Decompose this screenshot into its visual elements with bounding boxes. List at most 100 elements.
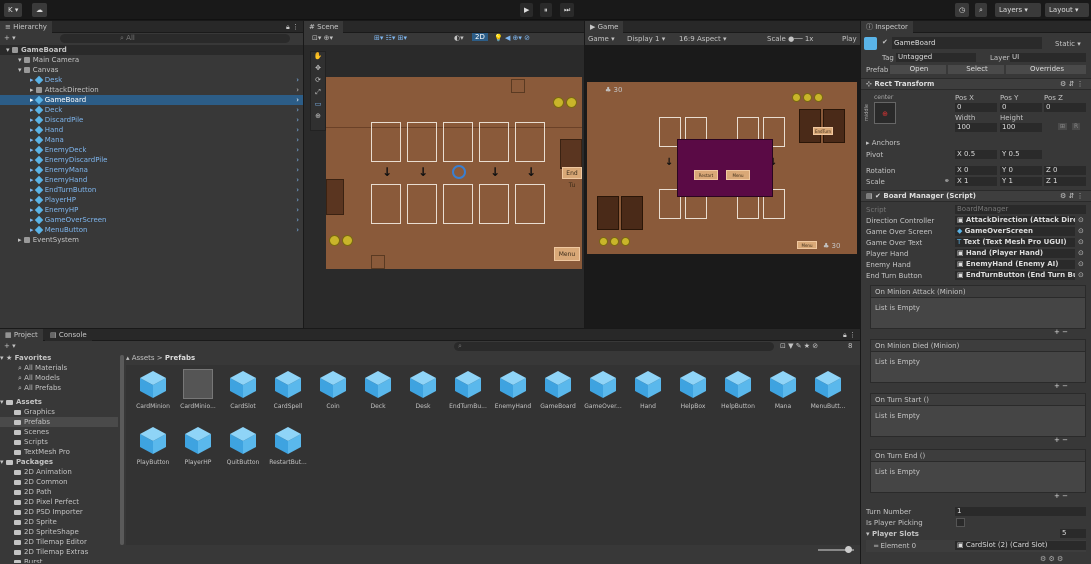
asset-item[interactable]: Coin — [310, 369, 356, 410]
scale-slider[interactable]: Scale ●── 1x — [767, 33, 813, 45]
restart-button[interactable]: Restart — [694, 170, 718, 180]
hierarchy-item[interactable]: ▸ GameBoard › — [0, 95, 303, 105]
player-slots-foldout[interactable]: ▾ Player Slots — [866, 529, 1084, 539]
tab-inspector[interactable]: ⓘ Inspector — [861, 21, 913, 33]
project-search-input[interactable]: ⌕ — [454, 342, 774, 351]
hierarchy-item[interactable]: ▸ EnemyMana › — [0, 165, 303, 175]
asset-item[interactable]: GameOver... — [580, 369, 626, 410]
project-tree-item[interactable]: 2D Animation — [0, 467, 118, 477]
remove-listener-button[interactable]: − — [1062, 492, 1068, 500]
display-dropdown[interactable]: Display 1 ▾ — [627, 33, 665, 45]
pause-button[interactable]: ⏸ — [540, 3, 552, 17]
asset-item[interactable]: PlayButton — [130, 425, 176, 466]
asset-item[interactable]: CardSlot — [220, 369, 266, 410]
project-tree-item[interactable]: 2D Path — [0, 487, 118, 497]
object-picker-icon[interactable]: ⊙ — [1078, 227, 1084, 235]
chevron-right-icon[interactable]: › — [296, 75, 299, 85]
lock-icon[interactable]: 🔒︎ ⋮ — [843, 329, 856, 341]
object-picker-icon[interactable]: ⊙ — [1078, 260, 1084, 268]
pos-x-field[interactable]: 0 — [955, 103, 997, 112]
project-tree-item[interactable]: Prefabs — [0, 417, 118, 427]
scale-y-field[interactable]: Y 1 — [1000, 177, 1042, 186]
scene-toggles-icon[interactable]: 💡 ◀ ⊕▾ ⊘ — [494, 34, 530, 42]
pos-z-field[interactable]: 0 — [1044, 103, 1086, 112]
hierarchy-item[interactable]: ▸ Deck › — [0, 105, 303, 115]
project-tree-item[interactable]: 2D Tilemap Extras — [0, 547, 118, 557]
is-player-picking-checkbox[interactable] — [956, 518, 965, 527]
chevron-right-icon[interactable]: › — [296, 125, 299, 135]
hierarchy-item[interactable]: ▾ GameBoard — [0, 45, 303, 55]
game-end-turn-button[interactable]: EndTurn — [813, 127, 833, 135]
tag-dropdown[interactable]: Untagged — [896, 53, 976, 62]
shading-icon[interactable]: ◐▾ — [454, 34, 464, 42]
overlay-menu-button[interactable]: Menu — [726, 170, 750, 180]
object-picker-icon[interactable]: ⊙ — [1078, 249, 1084, 257]
move-tool-icon[interactable]: ✥ — [311, 64, 325, 76]
hierarchy-item[interactable]: ▸ EnemyDiscardPile › — [0, 155, 303, 165]
layers-dropdown[interactable]: Layers ▾ — [995, 3, 1041, 17]
favorites-foldout[interactable]: ▾ ★ Favorites — [0, 353, 118, 363]
turn-number-field[interactable]: 1 — [955, 507, 1086, 516]
add-listener-button[interactable]: + — [1054, 492, 1060, 500]
rect-gizmo-icon[interactable] — [452, 165, 466, 179]
chevron-right-icon[interactable]: › — [296, 85, 299, 95]
scale-tool-icon[interactable]: ⤢ — [311, 88, 325, 100]
component-menu-icon[interactable]: ⚙ ⇵ ⋮ — [1060, 192, 1084, 200]
tab-console[interactable]: ▤ Console — [45, 329, 92, 341]
project-tree-item[interactable]: ⌕ All Prefabs — [0, 383, 118, 393]
asset-item[interactable]: Desk — [400, 369, 446, 410]
prefab-select-button[interactable]: Select — [948, 65, 1004, 74]
asset-item[interactable]: MenuButt... — [805, 369, 851, 410]
anchor-preset-button[interactable]: ⊕ — [874, 102, 896, 124]
hierarchy-item[interactable]: ▸ PlayerHP › — [0, 195, 303, 205]
static-dropdown[interactable]: Static ▾ — [1055, 40, 1081, 48]
hierarchy-item[interactable]: ▸ EnemyHP › — [0, 205, 303, 215]
assets-foldout[interactable]: ▾ Assets — [0, 397, 118, 407]
rect-tool-icon[interactable]: ▭ — [311, 100, 325, 112]
project-tree-item[interactable]: ⌕ All Models — [0, 373, 118, 383]
chevron-right-icon[interactable]: › — [296, 175, 299, 185]
play-button[interactable]: ▶ — [520, 3, 534, 17]
project-tree-item[interactable]: Graphics — [0, 407, 118, 417]
height-field[interactable]: 100 — [1000, 123, 1042, 132]
chevron-right-icon[interactable]: › — [296, 215, 299, 225]
scale-z-field[interactable]: Z 1 — [1044, 177, 1086, 186]
width-field[interactable]: 100 — [955, 123, 997, 132]
asset-item[interactable]: GameBoard — [535, 369, 581, 410]
foldout-arrow-icon[interactable]: ▸ — [18, 236, 24, 244]
project-tree-item[interactable]: Scripts — [0, 437, 118, 447]
zoom-slider-thumb[interactable] — [845, 546, 852, 553]
foldout-arrow-icon[interactable]: ▾ — [18, 66, 24, 74]
remove-listener-button[interactable]: − — [1062, 328, 1068, 336]
tab-game[interactable]: ▶ Game — [585, 21, 624, 33]
hierarchy-item[interactable]: ▸ EnemyHand › — [0, 175, 303, 185]
object-field[interactable]: ◆ GameOverScreen — [955, 227, 1075, 236]
prefab-overrides-dropdown[interactable]: Overrides — [1006, 65, 1086, 74]
chevron-right-icon[interactable]: › — [296, 95, 299, 105]
project-tree-item[interactable]: Scenes — [0, 427, 118, 437]
prefab-open-button[interactable]: Open — [890, 65, 946, 74]
scale-link-icon[interactable]: ⚭ — [944, 177, 950, 185]
asset-item[interactable]: PlayerHP — [175, 425, 221, 466]
object-field[interactable]: T Text (Text Mesh Pro UGUI) — [955, 238, 1075, 247]
project-create-button[interactable]: + ▾ — [4, 342, 16, 350]
create-button[interactable]: + ▾ — [4, 34, 16, 42]
project-tree-scrollbar[interactable] — [120, 355, 124, 545]
account-dropdown[interactable]: K ▾ — [4, 3, 23, 17]
hierarchy-item[interactable]: ▸ EnemyDeck › — [0, 145, 303, 155]
add-listener-button[interactable]: + — [1054, 436, 1060, 444]
remove-listener-button[interactable]: − — [1062, 436, 1068, 444]
rotation-x-field[interactable]: X 0 — [955, 166, 997, 175]
hand-tool-icon[interactable]: ✋ — [311, 52, 325, 64]
project-tree-item[interactable]: 2D Pixel Perfect — [0, 497, 118, 507]
remove-listener-button[interactable]: − — [1062, 382, 1068, 390]
object-name-field[interactable]: GameBoard — [892, 37, 1042, 49]
inspector-footer-icons[interactable]: ⚙ ⚙ ⚙ — [1040, 555, 1063, 563]
asset-item[interactable]: Mana — [760, 369, 806, 410]
rotation-y-field[interactable]: Y 0 — [1000, 166, 1042, 175]
cloud-button[interactable]: ☁ — [32, 3, 47, 17]
pivot-y-field[interactable]: Y 0.5 — [1000, 150, 1042, 159]
aspect-dropdown[interactable]: 16:9 Aspect ▾ — [679, 33, 726, 45]
hierarchy-item[interactable]: ▸ Mana › — [0, 135, 303, 145]
anchors-foldout[interactable]: ▸ Anchors — [866, 138, 1084, 148]
